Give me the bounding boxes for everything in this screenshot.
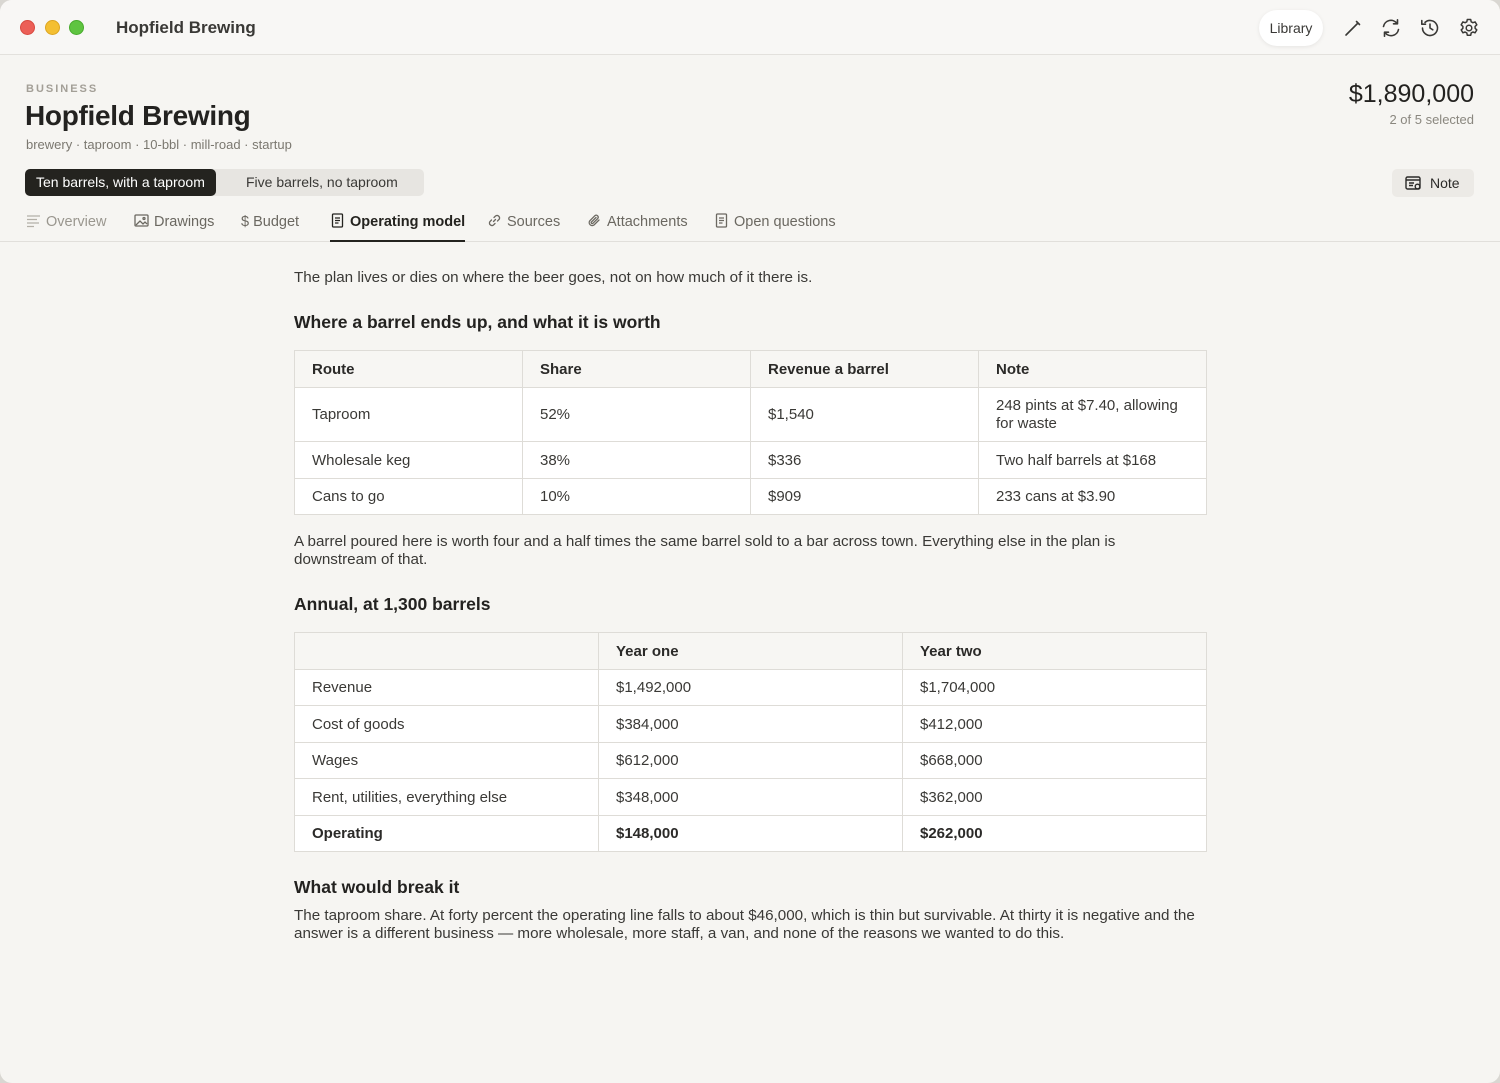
image-icon [134,214,149,227]
table-cell: $1,704,000 [902,669,1207,706]
table-header-row: Year one Year two [294,632,1207,670]
sync-icon[interactable] [1379,16,1403,40]
tab-budget[interactable]: $ Budget [241,205,299,242]
selection-count: 2 of 5 selected [1389,112,1474,127]
section-heading-risk: What would break it [294,877,460,897]
table-cell: $362,000 [902,778,1207,816]
tab-operating-model-label: Operating model [350,214,466,230]
table-cell: 38% [522,441,751,479]
table-header-row: Route Share Revenue a barrel Note [294,350,1207,388]
table-header: Route [294,350,523,388]
app-title: Hopfield Brewing [116,18,256,37]
table-cell: $384,000 [598,705,903,743]
tab-attachments[interactable]: Attachments [587,205,688,242]
table-cell: $1,492,000 [598,669,903,706]
table-cell: 248 pints at $7.40, allowing for waste [978,387,1207,442]
table-header: Note [978,350,1207,388]
note-icon [1405,176,1421,190]
table-cell: 10% [522,478,751,515]
table-cell: $412,000 [902,705,1207,743]
minimize-window-button[interactable] [45,20,60,35]
section-heading-annual: Annual, at 1,300 barrels [294,594,491,614]
table-header: Year one [598,632,903,670]
routes-note-paragraph: A barrel poured here is worth four and a… [294,533,1116,568]
app-window: Hopfield Brewing Library BUSINESS Hopfie… [0,0,1500,1083]
section-heading-routes: Where a barrel ends up, and what it is w… [294,312,661,332]
gear-icon[interactable] [1457,16,1481,40]
table-row: Cans to go 10% $909 233 cans at $3.90 [294,478,1207,515]
note-button-label: Note [1430,175,1460,191]
table-cell: $262,000 [902,815,1207,852]
table-cell: Cost of goods [294,705,599,743]
note-button[interactable]: Note [1392,169,1474,197]
document-icon [715,213,728,228]
table-cell: 233 cans at $3.90 [978,478,1207,515]
paperclip-icon [588,214,600,227]
scenario-ten-barrels[interactable]: Ten barrels, with a taproom [25,169,216,196]
library-button[interactable]: Library [1259,10,1323,46]
scenario-switcher: Ten barrels, with a taproom Five barrels… [25,169,424,196]
tab-overview[interactable]: Overview [26,205,106,242]
tab-drawings-label: Drawings [154,214,215,230]
title-bar: Hopfield Brewing Library [0,0,1500,55]
table-cell: $1,540 [750,387,979,442]
tab-open-questions[interactable]: Open questions [714,205,836,242]
tab-open-questions-label: Open questions [734,214,836,230]
section-eyebrow: BUSINESS [26,83,99,95]
tab-operating-model[interactable]: Operating model [330,205,466,242]
zoom-window-button[interactable] [69,20,84,35]
table-row: Taproom 52% $1,540 248 pints at $7.40, a… [294,387,1207,442]
tab-bar: Overview Drawings $ Budget Operating mode… [0,205,1500,242]
table-cell: Rent, utilities, everything else [294,778,599,816]
annual-table: Year one Year two Revenue $1,492,000 $1,… [294,632,1207,852]
table-header [294,632,599,670]
link-icon [488,214,501,227]
close-window-button[interactable] [20,20,35,35]
tab-overview-label: Overview [46,214,107,230]
risk-paragraph: The taproom share. At forty percent the … [294,907,1195,942]
table-cell: $612,000 [598,742,903,779]
page-title: Hopfield Brewing [25,100,251,131]
tab-drawings[interactable]: Drawings [134,205,214,242]
table-row: Cost of goods $384,000 $412,000 [294,705,1207,743]
table-row: Revenue $1,492,000 $1,704,000 [294,669,1207,706]
table-cell: Two half barrels at $168 [978,441,1207,479]
pen-icon[interactable] [1341,16,1365,40]
table-row: Wages $612,000 $668,000 [294,742,1207,779]
table-row: Wholesale keg 38% $336 Two half barrels … [294,441,1207,479]
routes-table: Route Share Revenue a barrel Note Taproo… [294,350,1207,515]
table-cell: Cans to go [294,478,523,515]
tab-attachments-label: Attachments [607,214,688,230]
table-cell: $668,000 [902,742,1207,779]
table-cell: Wages [294,742,599,779]
table-cell: Wholesale keg [294,441,523,479]
table-header: Revenue a barrel [750,350,979,388]
intro-paragraph: The plan lives or dies on where the beer… [294,269,813,286]
tab-sources-label: Sources [507,214,561,230]
dollar-icon: $ [241,214,250,230]
tag-list: brewery · taproom · 10-bbl · mill-road ·… [26,137,292,152]
document-icon [331,213,344,228]
history-icon[interactable] [1418,16,1442,40]
table-cell: Taproom [294,387,523,442]
table-cell: Revenue [294,669,599,706]
table-cell: $336 [750,441,979,479]
table-cell: $348,000 [598,778,903,816]
lines-icon [27,215,40,228]
table-total-row: Operating $148,000 $262,000 [294,815,1207,852]
table-cell: $909 [750,478,979,515]
total-amount: $1,890,000 [1348,80,1474,108]
table-header: Year two [902,632,1207,670]
tab-sources[interactable]: Sources [487,205,560,242]
scenario-five-barrels[interactable]: Five barrels, no taproom [235,169,409,196]
table-cell: $148,000 [598,815,903,852]
table-row: Rent, utilities, everything else $348,00… [294,778,1207,816]
table-cell: 52% [522,387,751,442]
table-header: Share [522,350,751,388]
tab-budget-label: Budget [253,214,300,230]
table-cell: Operating [294,815,599,852]
